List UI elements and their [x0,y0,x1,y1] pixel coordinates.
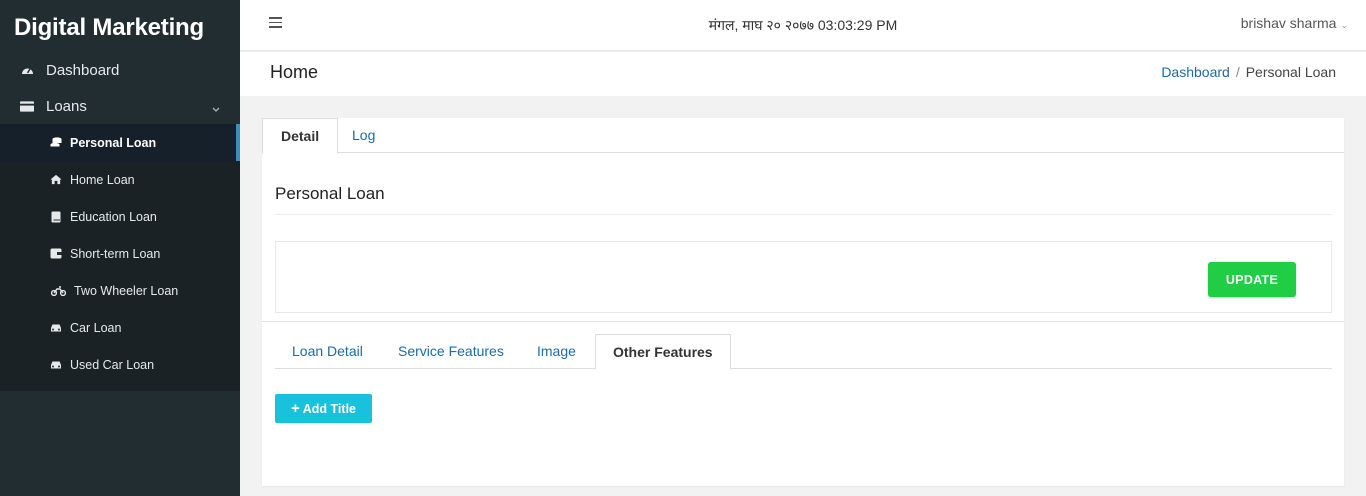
breadcrumb: Dashboard / Personal Loan [1161,64,1336,80]
sidebar-item-label: Education Loan [70,209,157,224]
plus-icon: + [290,400,300,417]
tab-other-features[interactable]: Other Features [595,334,731,370]
feature-tabs: Loan Detail Service Features Image Other… [275,334,1332,370]
sidebar: Digital Marketing Dashboard Loans Person… [0,0,240,496]
dashboard-gauge-icon [20,63,34,77]
user-menu[interactable]: brishav sharma ⌄ [1241,15,1348,31]
tab-service-features[interactable]: Service Features [381,334,521,369]
car-icon [50,322,62,334]
sidebar-item-label: Personal Loan [70,135,157,150]
user-name: brishav sharma [1240,15,1337,31]
top-tabs: Detail Log [262,118,1344,154]
top-navbar: मंगल, माघ २० २०७७ 03:03:29 PM brishav sh… [240,0,1366,51]
car-icon [50,359,62,371]
book-icon [50,211,62,223]
sidebar-item-label: Car Loan [70,320,122,335]
sidebar-item-label: Dashboard [46,61,120,79]
tab-detail[interactable]: Detail [262,118,339,154]
sidebar-item-dashboard[interactable]: Dashboard [0,52,240,88]
loans-submenu: Personal Loan Home Loan Education Loan S… [0,124,240,391]
coins-icon [50,137,62,149]
sidebar-item-two-wheeler-loan[interactable]: Two Wheeler Loan [0,272,240,309]
section-title: Personal Loan [275,184,385,203]
sidebar-item-used-car-loan[interactable]: Used Car Loan [0,346,240,383]
sidebar-item-car-loan[interactable]: Car Loan [0,309,240,346]
sidebar-item-home-loan[interactable]: Home Loan [0,161,240,198]
divider [262,321,1344,322]
content-header: Home Dashboard / Personal Loan [240,52,1366,96]
loan-card: Detail Log Personal Loan UPDATE Loan Det… [262,118,1344,486]
tab-log[interactable]: Log [334,118,393,153]
sidebar-item-label: Short-term Loan [70,246,161,261]
page-title: Home [270,62,319,82]
sidebar-item-education-loan[interactable]: Education Loan [0,198,240,235]
chevron-down-icon[interactable] [212,100,220,117]
brand-title[interactable]: Digital Marketing [0,0,240,52]
sidebar-item-loans[interactable]: Loans [0,88,240,124]
sidebar-item-short-term-loan[interactable]: Short-term Loan [0,235,240,272]
tab-loan-detail[interactable]: Loan Detail [275,334,380,369]
tab-image[interactable]: Image [520,334,593,369]
add-title-button[interactable]: + Add Title [275,394,372,423]
breadcrumb-current: Personal Loan [1245,64,1336,80]
sidebar-item-label: Loans [46,97,87,115]
breadcrumb-dashboard-link[interactable]: Dashboard [1161,64,1230,80]
breadcrumb-separator: / [1235,64,1240,80]
divider [275,214,1332,215]
sidebar-item-label: Home Loan [70,172,135,187]
add-title-label: Add Title [302,401,356,416]
sidebar-item-label: Used Car Loan [70,357,155,372]
motorcycle-icon [50,285,66,297]
sidebar-item-label: Two Wheeler Loan [74,283,179,298]
sidebar-item-personal-loan[interactable]: Personal Loan [0,124,240,161]
update-button[interactable]: UPDATE [1208,262,1296,297]
credit-card-icon [20,99,34,113]
update-panel: UPDATE [275,241,1332,313]
current-datetime: मंगल, माघ २० २०७७ 03:03:29 PM [708,17,898,33]
home-icon [50,174,62,186]
wallet-icon [50,248,62,260]
chevron-down-icon: ⌄ [1340,20,1348,30]
